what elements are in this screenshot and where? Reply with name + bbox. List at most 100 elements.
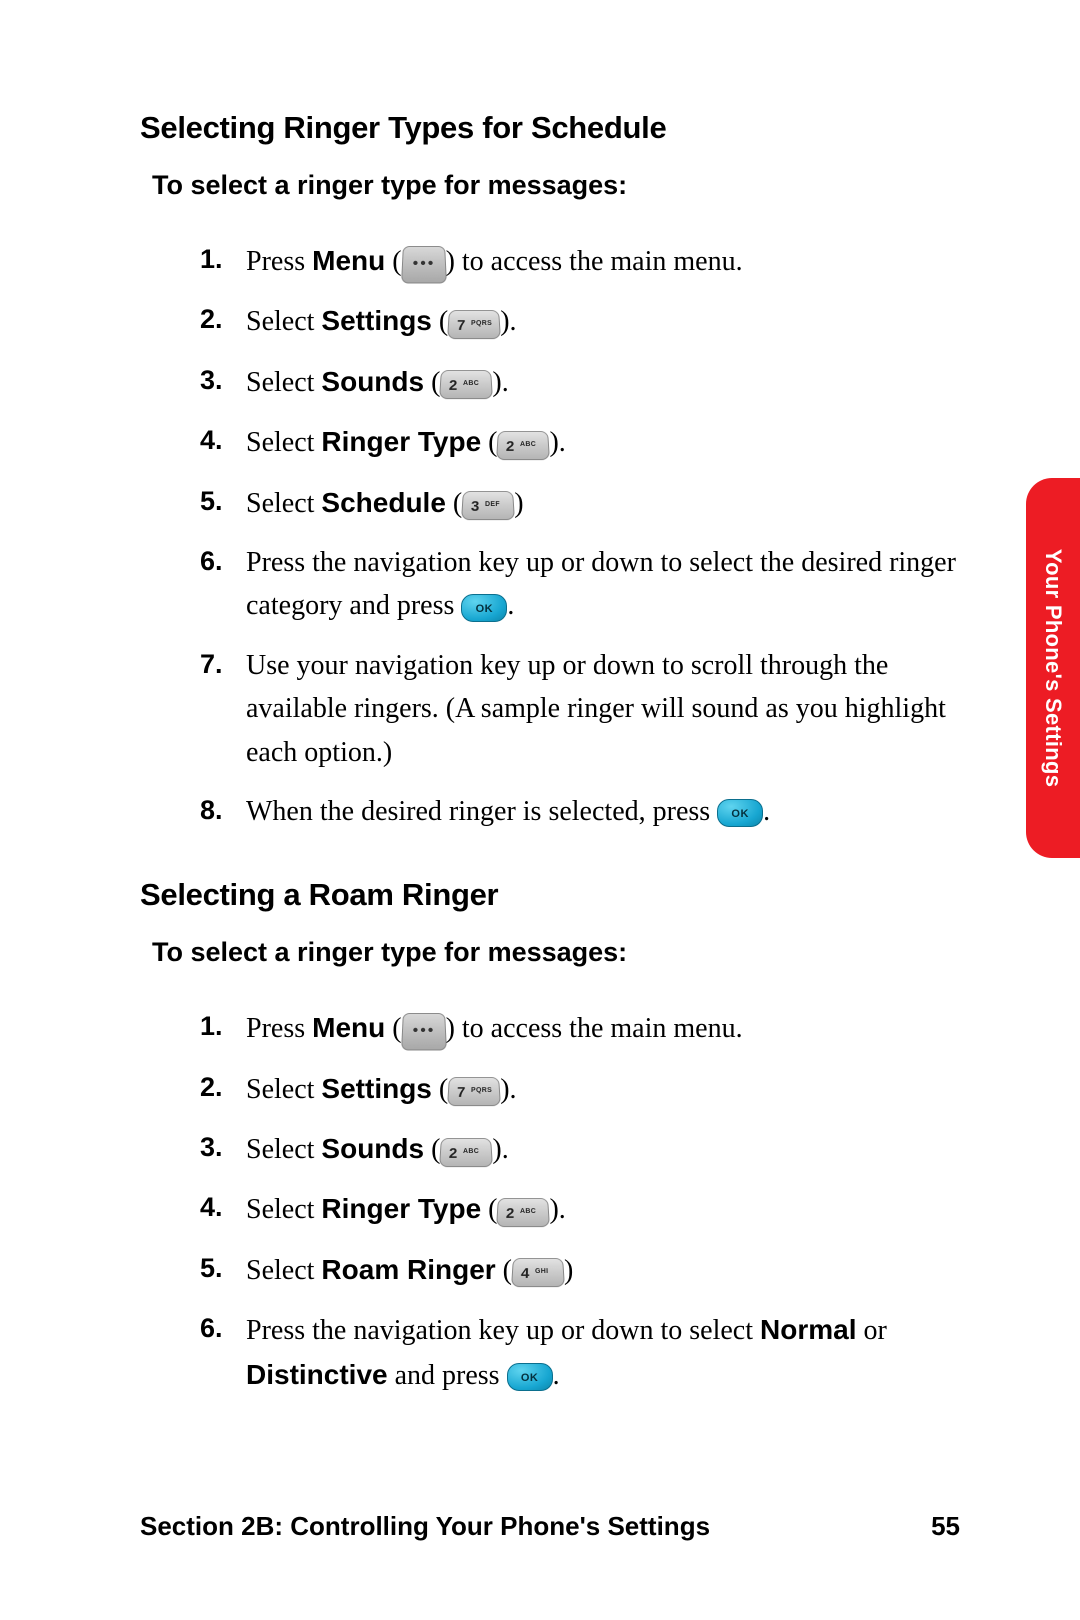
text: ) to access the main menu. (446, 246, 743, 277)
text: ( (432, 1074, 448, 1105)
text: Select (246, 306, 321, 337)
key-digit: 2 (449, 1142, 458, 1165)
step: Select Settings (7 PQRS). (200, 1067, 960, 1111)
step: Press the navigation key up or down to s… (200, 1308, 960, 1397)
ok-key-icon (507, 1363, 553, 1391)
label-schedule: Schedule (321, 487, 445, 518)
step: Select Settings (7PQRS). (200, 299, 960, 343)
key-digit: 3 (471, 496, 480, 519)
key-letters: GHI (535, 1268, 549, 1279)
text: Press (246, 1013, 312, 1044)
text: Press (246, 246, 312, 277)
key-2-icon: 2 ABC (439, 1138, 493, 1167)
label-ringer-type: Ringer Type (321, 426, 481, 457)
text: Press the navigation key up or down to s… (246, 547, 956, 621)
text: ( (481, 1194, 497, 1225)
step: Select Roam Ringer (4 GHI) (200, 1248, 960, 1292)
text: Select (246, 427, 321, 458)
text: When the desired ringer is selected, pre… (246, 796, 717, 827)
label-settings: Settings (321, 1073, 431, 1104)
text: . (507, 590, 514, 621)
text: ). (500, 1074, 516, 1105)
text: Select (246, 1194, 321, 1225)
text: ( (496, 1255, 512, 1286)
key-4-icon: 4 GHI (511, 1258, 565, 1287)
text: Select (246, 1134, 321, 1165)
heading-schedule: Selecting Ringer Types for Schedule (140, 110, 960, 146)
key-letters: ABC (463, 1147, 479, 1158)
key-digit: 2 (506, 435, 515, 458)
steps-roam: Press Menu ( ) to access the main menu. S… (140, 1006, 960, 1397)
ok-key-icon (461, 594, 507, 622)
key-7-icon: 7 PQRS (447, 1077, 501, 1106)
footer-section: Section 2B: Controlling Your Phone's Set… (140, 1511, 710, 1542)
label-roam-ringer: Roam Ringer (321, 1254, 495, 1285)
text: ). (549, 427, 565, 458)
text: ) (514, 488, 523, 519)
step: Select Schedule (3 DEF) (200, 481, 960, 525)
thumb-tab: Your Phone's Settings (1026, 478, 1080, 858)
text: ). (492, 367, 508, 398)
text: ( (385, 1013, 401, 1044)
key-letters: ABC (520, 1207, 536, 1218)
text: Select (246, 1074, 321, 1105)
text: ( (432, 306, 448, 337)
text: ). (492, 1134, 508, 1165)
step: When the desired ringer is selected, pre… (200, 790, 960, 833)
ok-key-icon (717, 799, 763, 827)
key-2-icon: 2 ABC (497, 1198, 551, 1227)
page-footer: Section 2B: Controlling Your Phone's Set… (140, 1511, 960, 1542)
step: Press Menu ( ) to access the main menu. (200, 1006, 960, 1050)
label-distinctive: Distinctive (246, 1359, 388, 1390)
key-digit: 2 (449, 375, 458, 398)
key-digit: 7 (457, 314, 466, 337)
key-3-icon: 3 DEF (461, 491, 515, 520)
text: . (763, 796, 770, 827)
text: Select (246, 1255, 321, 1286)
text: Select (246, 367, 321, 398)
text: Press the navigation key up or down to s… (246, 1315, 760, 1346)
key-digit: 2 (506, 1203, 515, 1226)
text: Select (246, 488, 321, 519)
key-letters: ABC (520, 440, 536, 451)
key-7-icon: 7 PQRS (447, 310, 501, 339)
text: or (856, 1315, 886, 1346)
key-digit: 4 (520, 1263, 529, 1286)
text: ). (500, 306, 516, 337)
text: and press (388, 1360, 507, 1391)
step: Select Sounds (2 ABC). (200, 1127, 960, 1171)
text: ). (549, 1194, 565, 1225)
menu-key-icon (401, 1013, 447, 1050)
text: Use your navigation key up or down to sc… (246, 650, 946, 768)
key-2-icon: 2 ABC (439, 370, 493, 399)
label-menu: Menu (312, 1012, 385, 1043)
key-letters: ABC (463, 380, 479, 391)
label-ringer-type: Ringer Type (321, 1193, 481, 1224)
key-digit: 7 (457, 1082, 466, 1105)
text: . (553, 1360, 560, 1391)
key-letters: PQRS (471, 319, 492, 330)
sub-instruction-2: To select a ringer type for messages: (152, 937, 960, 968)
text: ( (424, 367, 440, 398)
text: ( (385, 246, 401, 277)
footer-page-number: 55 (931, 1511, 960, 1542)
step: Select Ringer Type (2 ABC). (200, 420, 960, 464)
text: ) to access the main menu. (446, 1013, 743, 1044)
step: Select Ringer Type (2 ABC). (200, 1187, 960, 1231)
thumb-tab-label: Your Phone's Settings (1040, 549, 1066, 787)
menu-key-icon (401, 246, 447, 283)
text: ( (481, 427, 497, 458)
heading-roam: Selecting a Roam Ringer (140, 877, 960, 913)
key-letters: PQRS (471, 1086, 492, 1097)
key-2-icon: 2 ABC (497, 431, 551, 460)
sub-instruction-1: To select a ringer type for messages: (152, 170, 960, 201)
label-sounds: Sounds (321, 1133, 424, 1164)
steps-schedule: Press Menu () to access the main menu. S… (140, 239, 960, 833)
step: Press the navigation key up or down to s… (200, 541, 960, 628)
label-normal: Normal (760, 1314, 856, 1345)
step: Select Sounds (2ABC). (200, 360, 960, 404)
text: ( (424, 1134, 440, 1165)
text: ( (446, 488, 462, 519)
text: ) (564, 1255, 573, 1286)
key-letters: DEF (485, 500, 500, 511)
